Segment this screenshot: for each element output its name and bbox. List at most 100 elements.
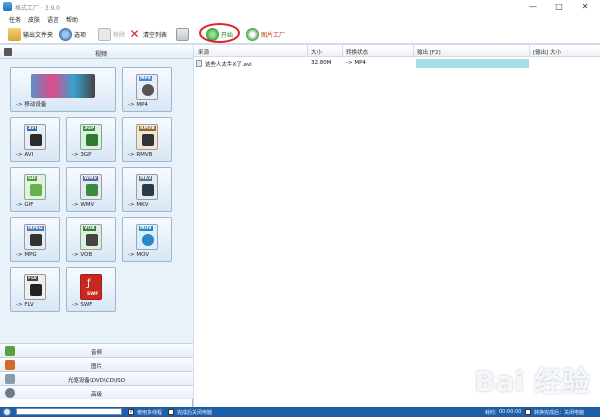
windows-media-icon	[86, 184, 98, 196]
tile-gif[interactable]: GIF -> GIF	[10, 167, 60, 212]
category-label: 光驱设备\DVD\CD\ISO	[67, 378, 126, 384]
multithread-label: 使用多线程	[137, 410, 163, 416]
tile-label: -> MOV	[128, 252, 150, 258]
tile-vob[interactable]: VOB -> VOB	[66, 217, 116, 262]
menu-language[interactable]: 语言	[47, 15, 59, 24]
tile-label: -> MPG	[16, 252, 37, 258]
start-highlight-ring	[199, 23, 240, 43]
tile-swf[interactable]: SWF ƒ -> SWF	[66, 267, 116, 312]
clapperboard-icon	[30, 284, 42, 296]
format-tag: 3GP	[83, 126, 96, 131]
minimize-button[interactable]: —	[520, 0, 546, 13]
tile-3gp[interactable]: 3GP -> 3GP	[66, 117, 116, 162]
phone-icon	[86, 134, 98, 146]
clear-list-button[interactable]: ✕ 清空列表	[128, 26, 167, 42]
options-button[interactable]: 选项	[59, 26, 86, 42]
rmvb-icon: RMVB	[136, 124, 158, 150]
maximize-button[interactable]: □	[546, 0, 572, 13]
col-size[interactable]: 大小	[311, 48, 322, 56]
tile-label: -> VOB	[72, 252, 93, 258]
window-title: 格式工厂 · 3.9.0	[15, 5, 60, 12]
disc-icon	[86, 234, 98, 246]
menu-skin[interactable]: 皮肤	[28, 15, 40, 24]
format-tag: GIF	[27, 176, 38, 181]
menu-help[interactable]: 帮助	[66, 15, 78, 24]
mov-icon: MOV	[136, 224, 158, 250]
tile-label: -> 移动设备	[16, 102, 47, 108]
remove-icon	[98, 27, 111, 41]
tile-mkv[interactable]: MKV -> MKV	[122, 167, 172, 212]
col-output-size[interactable]: [输出] 大小	[533, 48, 561, 56]
notify-label: 转换完成后：关闭电脑	[534, 410, 585, 416]
film-icon	[30, 134, 42, 146]
settings-icon[interactable]	[3, 408, 11, 416]
notify-checkbox[interactable]	[525, 409, 531, 415]
tile-mobile-device[interactable]: -> 移动设备	[10, 67, 116, 112]
mobile-devices-icon	[31, 74, 95, 98]
mp4-icon: MP4	[136, 74, 158, 100]
tile-label: -> GIF	[16, 202, 34, 208]
category-rom-device[interactable]: 光驱设备\DVD\CD\ISO	[0, 371, 193, 385]
elapsed-time: 00:00:00	[499, 409, 522, 415]
multithread-checkbox[interactable]	[128, 408, 134, 415]
tile-label: -> MKV	[128, 202, 149, 208]
tile-mp4[interactable]: MP4 -> MP4	[122, 67, 172, 112]
column-divider[interactable]	[307, 45, 308, 57]
format-tag: VOB	[83, 226, 96, 231]
format-tag: MP4	[139, 76, 152, 81]
remove-button[interactable]: 移除	[98, 26, 125, 42]
column-divider[interactable]	[342, 45, 343, 57]
tile-mov[interactable]: MOV -> MOV	[122, 217, 172, 262]
category-label: 图片	[90, 364, 102, 370]
category-audio[interactable]: 音频	[0, 343, 193, 357]
format-tag: RMVB	[139, 126, 156, 131]
left-panel: 视频 -> 移动设备 MP4 -> MP4 AVI -> AVI 3GP -> …	[0, 45, 193, 407]
flv-icon: FLV	[24, 274, 46, 300]
format-tag: FLV	[27, 276, 38, 281]
image-factory-button[interactable]: 图片工厂	[246, 26, 285, 42]
col-source[interactable]: 来源	[198, 48, 209, 56]
tile-rmvb[interactable]: RMVB -> RMVB	[122, 117, 172, 162]
remove-label: 移除	[113, 31, 126, 39]
tile-mpg[interactable]: MPEG -> MPG	[10, 217, 60, 262]
video-format-grid: -> 移动设备 MP4 -> MP4 AVI -> AVI 3GP -> 3GP…	[0, 59, 193, 343]
picture-icon	[30, 184, 42, 196]
category-label: 音频	[90, 350, 102, 356]
video-category-header[interactable]: 视频	[0, 45, 193, 59]
menu-task[interactable]: 任务	[9, 15, 21, 24]
col-output[interactable]: 输出 [F2]	[417, 48, 441, 56]
image-factory-icon	[246, 27, 259, 41]
output-folder-button[interactable]: 输出文件夹	[8, 26, 53, 42]
category-advanced[interactable]: 高级	[0, 385, 193, 399]
column-divider[interactable]	[413, 45, 414, 57]
folder-icon	[8, 27, 21, 41]
film-icon	[142, 184, 154, 196]
file-icon	[196, 60, 202, 67]
menu-bar: 任务 皮肤 语言 帮助	[0, 13, 600, 24]
convert-settings-button[interactable]	[176, 26, 189, 42]
shutdown-checkbox[interactable]	[168, 409, 174, 415]
vob-icon: VOB	[80, 224, 102, 250]
reel-icon	[142, 84, 154, 96]
tile-flv[interactable]: FLV -> FLV	[10, 267, 60, 312]
col-status[interactable]: 转换状态	[346, 48, 368, 56]
clear-icon: ✕	[128, 26, 141, 41]
table-row[interactable]: 这些人太牛X了.avi 32.80M -> MP4	[194, 58, 600, 69]
toolbar: 输出文件夹 选项 移除 ✕ 清空列表 开始 图片工厂	[0, 24, 600, 44]
flash-icon: ƒ	[87, 278, 91, 289]
close-button[interactable]: ✕	[572, 0, 598, 13]
film-icon	[142, 134, 154, 146]
size-cell: 32.80M	[311, 60, 332, 66]
tile-label: -> AVI	[16, 152, 34, 158]
column-divider[interactable]	[529, 45, 530, 57]
tile-avi[interactable]: AVI -> AVI	[10, 117, 60, 162]
gif-icon: GIF	[24, 174, 46, 200]
output-progress-cell	[416, 59, 529, 68]
film-icon	[4, 48, 12, 56]
tile-wmv[interactable]: WMV -> WMV	[66, 167, 116, 212]
tile-label: -> MP4	[128, 102, 148, 108]
source-cell: 这些人太牛X了.avi	[205, 62, 252, 68]
mpg-icon: MPEG	[24, 224, 46, 250]
image-factory-label: 图片工厂	[261, 31, 286, 39]
category-image[interactable]: 图片	[0, 357, 193, 371]
